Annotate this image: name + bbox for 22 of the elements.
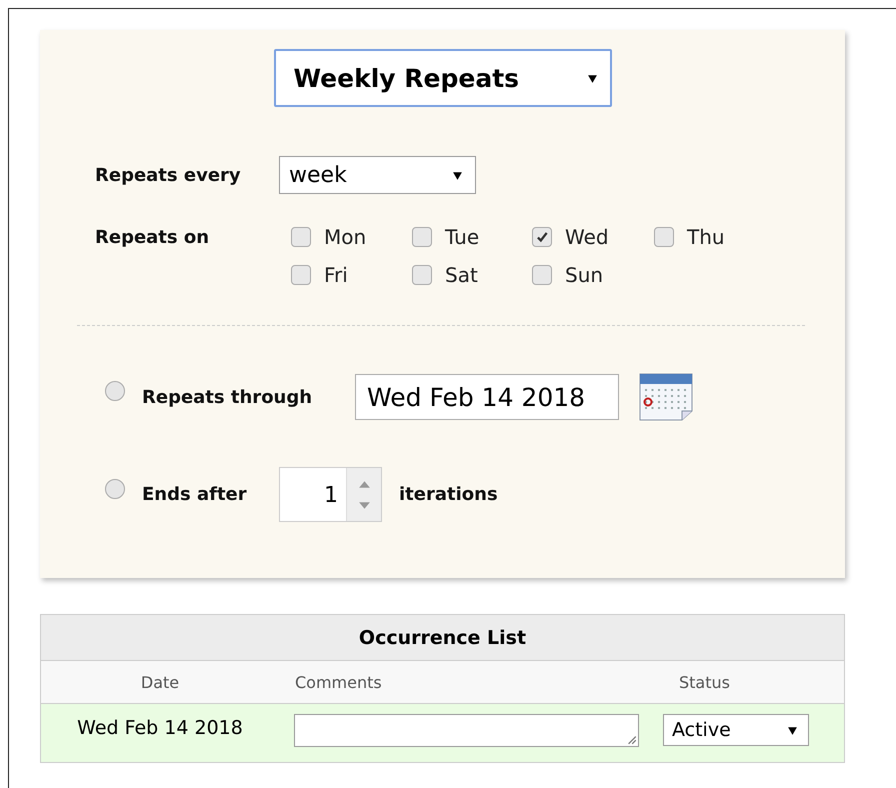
column-header: Comments (294, 672, 383, 692)
day-label: Sun (565, 263, 604, 287)
date-field[interactable]: Wed Feb 14 2018 (355, 374, 619, 420)
day-label: Tue (445, 225, 480, 249)
day-label: Wed (565, 225, 609, 249)
status-dropdown[interactable]: Active (663, 714, 809, 746)
repeat-type-dropdown[interactable]: Weekly Repeats (274, 49, 612, 107)
iterations-label: iterations (399, 484, 499, 505)
day-label: Sat (445, 263, 478, 287)
day-label: Mon (324, 225, 366, 249)
repeats-every-dropdown[interactable]: week (279, 156, 476, 194)
repeats-on-label: Repeats on (95, 227, 210, 250)
column-header: Date (140, 672, 180, 692)
number-spinner[interactable]: 1 (279, 467, 382, 522)
column-header: Status (678, 672, 731, 692)
day-label: Fri (324, 263, 348, 287)
option-label: Repeats through (142, 386, 314, 408)
table-title: Occurrence List (41, 615, 844, 661)
day-label: Thu (687, 225, 725, 249)
option-label: Ends after (142, 484, 248, 505)
date-cell-text: Wed Feb 14 2018 (76, 716, 244, 741)
repeats-every-label: Repeats every (95, 164, 242, 186)
